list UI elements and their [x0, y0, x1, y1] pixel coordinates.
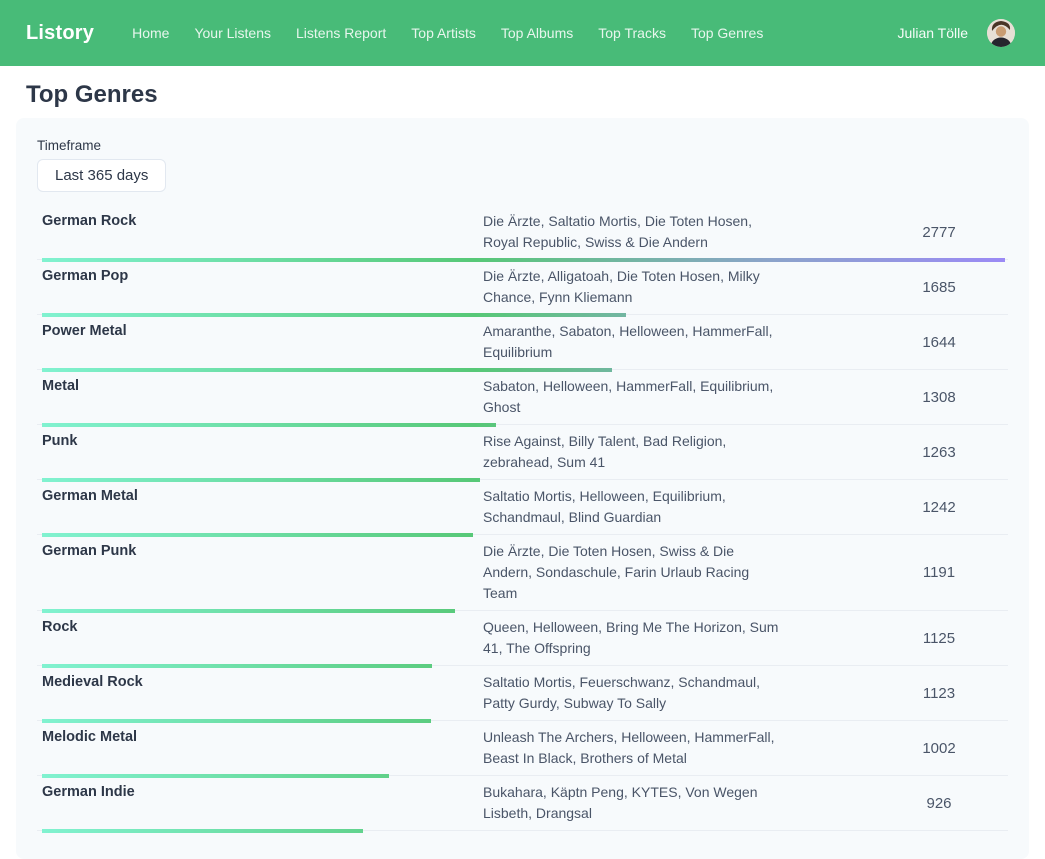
genre-row: German Metal Saltatio Mortis, Helloween,…	[37, 480, 1008, 535]
genre-row: Medieval Rock Saltatio Mortis, Feuerschw…	[37, 666, 1008, 721]
genre-artists: Saltatio Mortis, Feuerschwanz, Schandmau…	[483, 672, 870, 714]
genre-row: Metal Sabaton, Helloween, HammerFall, Eq…	[37, 370, 1008, 425]
genre-name: Medieval Rock	[37, 672, 483, 714]
genre-row: Power Metal Amaranthe, Sabaton, Hellowee…	[37, 315, 1008, 370]
genre-artists: Unleash The Archers, Helloween, HammerFa…	[483, 727, 870, 769]
genre-artists: Rise Against, Billy Talent, Bad Religion…	[483, 431, 870, 473]
nav-item[interactable]: Top Albums	[501, 25, 573, 41]
timeframe-label: Timeframe	[37, 138, 1008, 153]
nav-item[interactable]: Top Tracks	[598, 25, 666, 41]
genre-count: 926	[870, 782, 1008, 824]
genres-table: German Rock Die Ärzte, Saltatio Mortis, …	[37, 205, 1008, 831]
genre-count: 1242	[870, 486, 1008, 528]
genre-name: German Metal	[37, 486, 483, 528]
genre-count: 1644	[870, 321, 1008, 363]
genre-row: Punk Rise Against, Billy Talent, Bad Rel…	[37, 425, 1008, 480]
genre-name: German Punk	[37, 541, 483, 604]
genre-artists: Die Ärzte, Die Toten Hosen, Swiss & Die …	[483, 541, 870, 604]
genre-row: German Indie Bukahara, Käptn Peng, KYTES…	[37, 776, 1008, 831]
genre-name: German Rock	[37, 211, 483, 253]
top-genres-card: Timeframe Last 365 days German Rock Die …	[16, 118, 1029, 859]
genre-row: German Pop Die Ärzte, Alligatoah, Die To…	[37, 260, 1008, 315]
genre-bar-track	[42, 829, 1005, 833]
genre-count: 1002	[870, 727, 1008, 769]
genre-row: German Rock Die Ärzte, Saltatio Mortis, …	[37, 205, 1008, 260]
genre-count: 1308	[870, 376, 1008, 418]
nav-item[interactable]: Top Artists	[411, 25, 476, 41]
genre-artists: Amaranthe, Sabaton, Helloween, HammerFal…	[483, 321, 870, 363]
user-name: Julian Tölle	[897, 25, 968, 41]
genre-artists: Sabaton, Helloween, HammerFall, Equilibr…	[483, 376, 870, 418]
genre-count: 1125	[870, 617, 1008, 659]
genre-row: German Punk Die Ärzte, Die Toten Hosen, …	[37, 535, 1008, 611]
genre-count: 1263	[870, 431, 1008, 473]
timeframe-select[interactable]: Last 365 days	[37, 159, 166, 192]
genre-name: Metal	[37, 376, 483, 418]
genre-name: Melodic Metal	[37, 727, 483, 769]
genre-artists: Saltatio Mortis, Helloween, Equilibrium,…	[483, 486, 870, 528]
genre-name: Rock	[37, 617, 483, 659]
genre-bar-gradient	[42, 829, 363, 833]
genre-row: Rock Queen, Helloween, Bring Me The Hori…	[37, 611, 1008, 666]
genre-artists: Bukahara, Käptn Peng, KYTES, Von Wegen L…	[483, 782, 870, 824]
user-avatar[interactable]	[987, 19, 1015, 47]
brand-logo[interactable]: Listory	[26, 22, 94, 45]
user-menu[interactable]: Julian Tölle	[897, 19, 1015, 47]
genre-artists: Die Ärzte, Saltatio Mortis, Die Toten Ho…	[483, 211, 870, 253]
nav-item[interactable]: Your Listens	[194, 25, 271, 41]
genre-name: Power Metal	[37, 321, 483, 363]
page-title: Top Genres	[26, 81, 1019, 109]
avatar-photo	[987, 19, 1015, 47]
genre-name: Punk	[37, 431, 483, 473]
nav-item[interactable]: Home	[132, 25, 169, 41]
genre-count: 2777	[870, 211, 1008, 253]
genre-count: 1685	[870, 266, 1008, 308]
nav-item[interactable]: Listens Report	[296, 25, 386, 41]
genre-count: 1191	[870, 541, 1008, 604]
genre-count: 1123	[870, 672, 1008, 714]
main-nav: Home Your Listens Listens Report Top Art…	[132, 25, 897, 41]
genre-row: Melodic Metal Unleash The Archers, Hello…	[37, 721, 1008, 776]
genre-name: German Indie	[37, 782, 483, 824]
genre-bar	[42, 829, 363, 833]
nav-item[interactable]: Top Genres	[691, 25, 763, 41]
app-header: Listory Home Your Listens Listens Report…	[0, 0, 1045, 66]
genre-name: German Pop	[37, 266, 483, 308]
genre-artists: Queen, Helloween, Bring Me The Horizon, …	[483, 617, 870, 659]
genre-artists: Die Ärzte, Alligatoah, Die Toten Hosen, …	[483, 266, 870, 308]
